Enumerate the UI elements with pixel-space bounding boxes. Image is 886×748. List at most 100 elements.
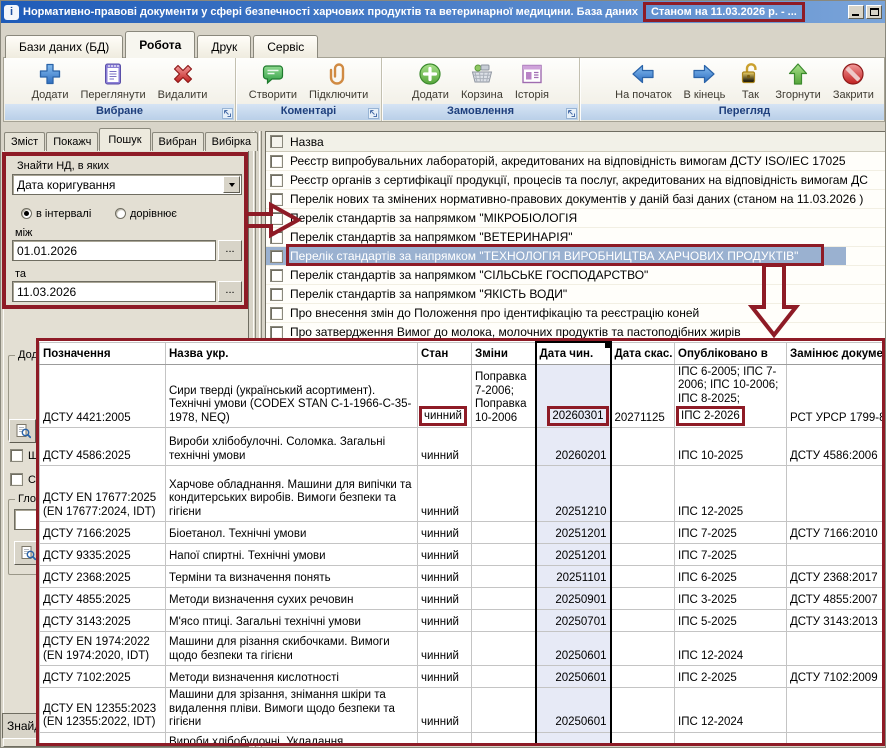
column-header[interactable]: Замінює докумен — [787, 342, 883, 364]
row-checkbox[interactable] — [270, 174, 283, 187]
column-header[interactable]: Позначення — [40, 342, 166, 364]
cell-designation: ДСТУ 3143:2025 — [40, 610, 166, 632]
select-all-checkbox[interactable] — [270, 135, 283, 148]
tab-databases[interactable]: Бази даних (БД) — [5, 35, 123, 58]
go-end-button[interactable]: В кінець — [680, 59, 730, 101]
add-order-button[interactable]: Додати — [408, 59, 453, 101]
view-favorite-button[interactable]: Переглянути — [77, 59, 150, 101]
tab-selection[interactable]: Вибірка — [205, 132, 259, 151]
checkbox-s[interactable]: С — [10, 473, 36, 486]
tab-work[interactable]: Робота — [125, 31, 195, 58]
search-docs-button[interactable] — [9, 419, 36, 443]
row-checkbox[interactable] — [270, 269, 283, 282]
tab-search[interactable]: Пошук — [99, 128, 150, 151]
cell-date-cancelled — [611, 732, 675, 746]
tab-print[interactable]: Друк — [197, 35, 251, 58]
tab-service[interactable]: Сервіс — [253, 35, 318, 58]
cell-date-cancelled — [611, 522, 675, 544]
delete-favorite-button[interactable]: Видалити — [154, 59, 212, 101]
list-item[interactable]: Перелік стандартів за напрямком "ЯКІСТЬ … — [266, 285, 886, 304]
date-to-browse-button[interactable]: ... — [218, 281, 242, 302]
add-plus-icon — [37, 61, 63, 87]
date-to-input[interactable]: 11.03.2026 — [12, 281, 216, 302]
list-item[interactable]: Про внесення змін до Положення про ідент… — [266, 304, 886, 323]
row-checkbox[interactable] — [270, 193, 283, 206]
row-checkbox[interactable] — [270, 288, 283, 301]
cell-state: чинний — [418, 428, 472, 466]
checkbox-sh[interactable]: Ш — [10, 449, 38, 462]
column-header[interactable]: Дата скас. — [611, 342, 675, 364]
row-checkbox[interactable] — [270, 155, 283, 168]
find-label: Знайти НД, в яких — [17, 160, 109, 172]
attach-comment-button[interactable]: Підключити — [305, 59, 372, 101]
row-checkbox[interactable] — [270, 307, 283, 320]
table-row[interactable]: ДСТУ EN 12355:2023 (EN 12355:2022, IDT)М… — [40, 688, 883, 733]
row-checkbox[interactable] — [270, 326, 283, 339]
row-checkbox[interactable] — [270, 231, 283, 244]
table-row[interactable]: ДСТУ 7166:2025Біоетанол. Технічні умович… — [40, 522, 883, 544]
row-checkbox[interactable] — [270, 250, 283, 263]
table-row[interactable]: Вироби хлібобулочні. Укладання, — [40, 732, 883, 746]
radio-equals[interactable]: дорівнює — [115, 208, 177, 220]
combo-dropdown-button[interactable] — [223, 176, 240, 193]
column-header[interactable]: Назва укр. — [166, 342, 418, 364]
cell-date-effective: 20250601 — [536, 632, 611, 666]
ribbon-button-label: Видалити — [158, 89, 208, 101]
maximize-button[interactable] — [866, 5, 882, 19]
list-item[interactable]: Перелік стандартів за напрямком "СІЛЬСЬК… — [266, 266, 886, 285]
basket-button[interactable]: Корзина — [457, 59, 507, 101]
column-header[interactable]: Дата чин. — [536, 342, 611, 364]
search-criteria-select[interactable]: Дата коригування — [12, 174, 242, 195]
table-row[interactable]: ДСТУ 2368:2025Терміни та визначення поня… — [40, 566, 883, 588]
list-item[interactable]: Перелік стандартів за напрямком "ВЕТЕРИН… — [266, 228, 886, 247]
table-row[interactable]: ДСТУ 7102:2025Методи визначення кислотно… — [40, 666, 883, 688]
list-item[interactable]: Перелік стандартів за напрямком "МІКРОБІ… — [266, 209, 886, 228]
dialog-launcher-icon[interactable] — [566, 108, 577, 119]
column-header[interactable]: Зміни — [472, 342, 536, 364]
table-row[interactable]: ДСТУ EN 1974:2022 (EN 1974:2020, IDT)Маш… — [40, 632, 883, 666]
cell-changes — [472, 688, 536, 733]
table-row[interactable]: ДСТУ EN 17677:2025 (EN 17677:2024, IDT)Х… — [40, 466, 883, 522]
tab-index[interactable]: Покажч — [46, 132, 98, 151]
sidebar-tab-bar: ЗмістПокажчПошукВибранВибірка — [4, 129, 259, 151]
add-favorite-button[interactable]: Додати — [28, 59, 73, 101]
create-comment-button[interactable]: Створити — [245, 59, 301, 101]
table-row[interactable]: ДСТУ 4586:2025Вироби хлібобулочні. Солом… — [40, 428, 883, 466]
row-checkbox[interactable] — [270, 212, 283, 225]
column-header[interactable]: Опубліковано в — [675, 342, 787, 364]
dialog-launcher-icon[interactable] — [222, 108, 233, 119]
close-button[interactable]: Закрити — [829, 59, 878, 101]
cell-changes — [472, 428, 536, 466]
minimize-button[interactable] — [848, 5, 864, 19]
cell-changes — [472, 566, 536, 588]
cell-published: ІПС 3-2025 — [675, 588, 787, 610]
list-item[interactable]: Перелік стандартів за напрямком "ТЕХНОЛО… — [266, 247, 886, 266]
collapse-button[interactable]: Згорнути — [771, 59, 824, 101]
tab-contents[interactable]: Зміст — [4, 132, 45, 151]
go-start-button[interactable]: На початок — [611, 59, 675, 101]
list-header[interactable]: Назва — [266, 132, 886, 152]
dialog-launcher-icon[interactable] — [368, 108, 379, 119]
table-row[interactable]: ДСТУ 4855:2025Методи визначення сухих ре… — [40, 588, 883, 610]
date-from-browse-button[interactable]: ... — [218, 240, 242, 261]
table-row[interactable]: ДСТУ 4421:2005Сири тверді (український а… — [40, 364, 883, 428]
history-button[interactable]: Історія — [511, 59, 553, 101]
column-header[interactable]: Стан — [418, 342, 472, 364]
cell-replaces: ДСТУ 4586:2006 — [787, 428, 883, 466]
list-item[interactable]: Реєстр випробувальних лабораторій, акред… — [266, 152, 886, 171]
table-row[interactable]: ДСТУ 3143:2025М'ясо птиці. Загальні техн… — [40, 610, 883, 632]
tab-chosen[interactable]: Вибран — [152, 132, 204, 151]
yes-button[interactable]: Так — [733, 59, 767, 101]
list-item[interactable]: Реєстр органів з сертифікації продукції,… — [266, 171, 886, 190]
cell-name: Харчове обладнання. Машини для випічки т… — [166, 466, 418, 522]
table-row[interactable]: ДСТУ 9335:2025Напої спиртні. Технічні ум… — [40, 544, 883, 566]
ribbon-button-label: Згорнути — [775, 89, 820, 101]
annotation-state-box: чинний — [419, 406, 467, 426]
cell-date-cancelled — [611, 688, 675, 733]
published-text: ІПС 12-2024 — [678, 716, 743, 728]
arrow-left-icon — [630, 61, 656, 87]
date-from-input[interactable]: 01.01.2026 — [12, 240, 216, 261]
list-item[interactable]: Перелік нових та змінених нормативно-пра… — [266, 190, 886, 209]
cell-date-cancelled: 20271125 — [611, 364, 675, 428]
radio-interval[interactable]: в інтервалі — [21, 208, 91, 220]
